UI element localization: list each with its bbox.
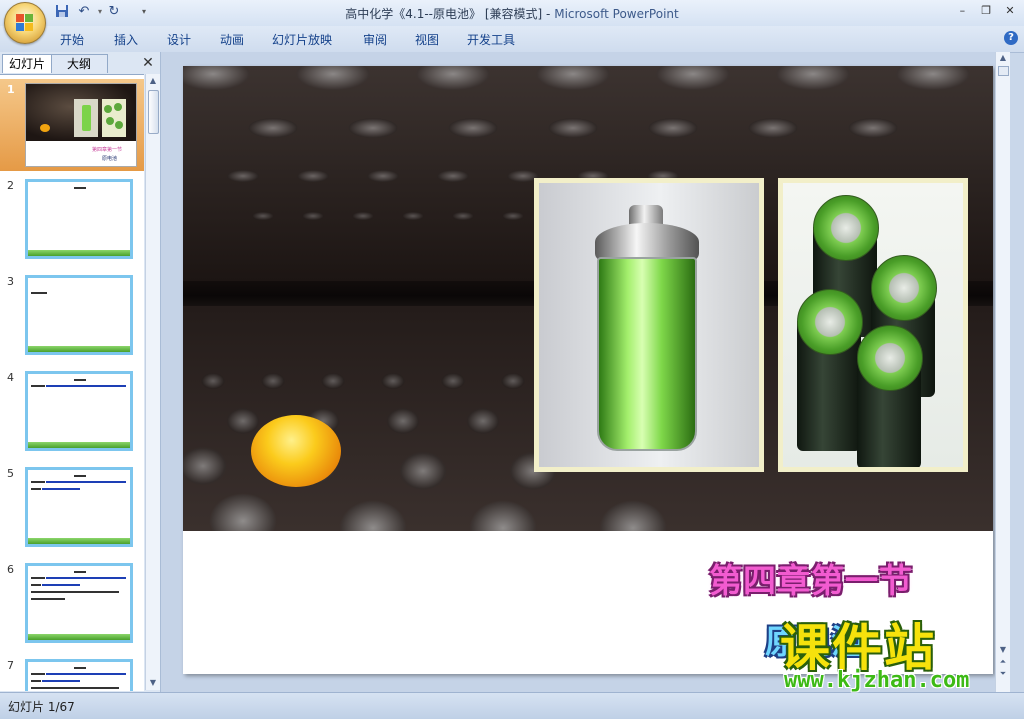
- watermark-brand: 课件站: [780, 619, 936, 677]
- status-bar: 幻灯片 1/67: [0, 692, 1024, 719]
- restore-button[interactable]: ❐: [976, 4, 996, 18]
- mini-subtitle: 第四章第一节: [92, 147, 123, 153]
- tab-animations[interactable]: 动画: [220, 31, 244, 48]
- tab-view[interactable]: 视图: [415, 31, 439, 48]
- compat-mode: [兼容模式]: [484, 7, 543, 21]
- ribbon-tabs: 开始 插入 设计 动画 幻灯片放映 审阅 视图 开发工具 ?: [0, 26, 1024, 53]
- app-name: Microsoft PowerPoint: [554, 7, 679, 21]
- battery-image: [591, 205, 703, 461]
- title-bar: ↶ ▾ ↻ ▾ 高中化学《4.1--原电池》 [兼容模式] - Microsof…: [0, 0, 1024, 44]
- tab-slides[interactable]: 幻灯片: [2, 54, 52, 73]
- slide-indicator: 幻灯片 1/67: [8, 700, 75, 714]
- orange-sphere: [251, 415, 341, 487]
- scroll-thumb[interactable]: [148, 90, 159, 134]
- doc-title: 高中化学《4.1--原电池》: [345, 7, 482, 21]
- slide-number: 5: [7, 467, 14, 480]
- scroll-up-icon[interactable]: ▲: [996, 52, 1010, 64]
- cell-top-icon: [813, 195, 879, 261]
- slide-preview: [25, 467, 133, 547]
- tab-review[interactable]: 审阅: [363, 31, 387, 48]
- tab-insert[interactable]: 插入: [114, 31, 138, 48]
- window-controls: – ❐ ✕: [952, 3, 1020, 18]
- office-button[interactable]: [4, 2, 46, 44]
- window-title: 高中化学《4.1--原电池》 [兼容模式] - Microsoft PowerP…: [0, 5, 1024, 22]
- cells-photo[interactable]: [778, 178, 968, 472]
- slide-preview: [25, 659, 133, 691]
- close-panel-icon[interactable]: ✕: [140, 54, 156, 72]
- slide-number: 2: [7, 179, 14, 192]
- battery-photo[interactable]: [534, 178, 764, 472]
- cell-right-icon: [871, 255, 937, 321]
- tab-design[interactable]: 设计: [167, 31, 191, 48]
- slide-thumbnail-5[interactable]: 5: [0, 463, 144, 555]
- slide-number: 4: [7, 371, 14, 384]
- slides-panel: 幻灯片 大纲 ✕ 1 第四章第一节 原电池 2 3 4 5 6 7 ▲ ▼: [0, 52, 161, 692]
- watermark-url: www.kjzhan.com: [784, 668, 970, 693]
- slide-subtitle[interactable]: 第四章第一节: [709, 554, 913, 602]
- slide-number: 7: [7, 659, 14, 672]
- slide-number: 1: [7, 83, 15, 96]
- slide-editor: 第四章第一节 原电池 ▲ ▼ ⏶ ⏷: [161, 52, 1010, 692]
- slide-thumbnail-1[interactable]: 1 第四章第一节 原电池: [0, 79, 144, 171]
- slide-number: 3: [7, 275, 14, 288]
- watermark-logo: 课件站 www.kjzhan.com: [780, 622, 1010, 696]
- slide-thumbnail-7[interactable]: 7: [0, 655, 144, 691]
- slide-thumbnail-2[interactable]: 2: [0, 175, 144, 267]
- slide-preview: [25, 179, 133, 259]
- slide-preview: [25, 371, 133, 451]
- tab-home[interactable]: 开始: [60, 31, 84, 48]
- slide-thumbnail-3[interactable]: 3: [0, 271, 144, 363]
- cell-front-icon: [857, 325, 923, 391]
- tab-slideshow[interactable]: 幻灯片放映: [272, 31, 332, 48]
- office-logo-icon: [16, 14, 34, 32]
- tab-developer[interactable]: 开发工具: [467, 31, 515, 48]
- slide-preview: [25, 563, 133, 643]
- slide-preview: [25, 275, 133, 355]
- scroll-up-icon[interactable]: ▲: [146, 74, 160, 88]
- slide-thumbnail-6[interactable]: 6: [0, 559, 144, 651]
- title-separator: -: [546, 7, 551, 21]
- slide-preview: 第四章第一节 原电池: [25, 83, 137, 167]
- mini-title: 原电池: [102, 156, 118, 162]
- current-slide[interactable]: 第四章第一节 原电池: [183, 66, 993, 674]
- slide-number: 6: [7, 563, 14, 576]
- tab-outline[interactable]: 大纲: [50, 54, 108, 73]
- close-button[interactable]: ✕: [1000, 4, 1020, 18]
- slide-thumbnail-4[interactable]: 4: [0, 367, 144, 459]
- minimize-button[interactable]: –: [952, 4, 972, 18]
- cell-left-icon: [797, 289, 863, 355]
- slide-scrollbar[interactable]: ▲ ▼ ⏶ ⏷: [995, 52, 1010, 692]
- slide-thumbnail-list: 1 第四章第一节 原电池 2 3 4 5 6 7: [0, 74, 144, 691]
- help-icon[interactable]: ?: [1004, 31, 1018, 45]
- scroll-thumb[interactable]: [998, 66, 1009, 76]
- scroll-down-icon[interactable]: ▼: [146, 676, 160, 690]
- thumbnail-scrollbar[interactable]: ▲ ▼: [145, 74, 160, 690]
- background-image: [183, 66, 993, 531]
